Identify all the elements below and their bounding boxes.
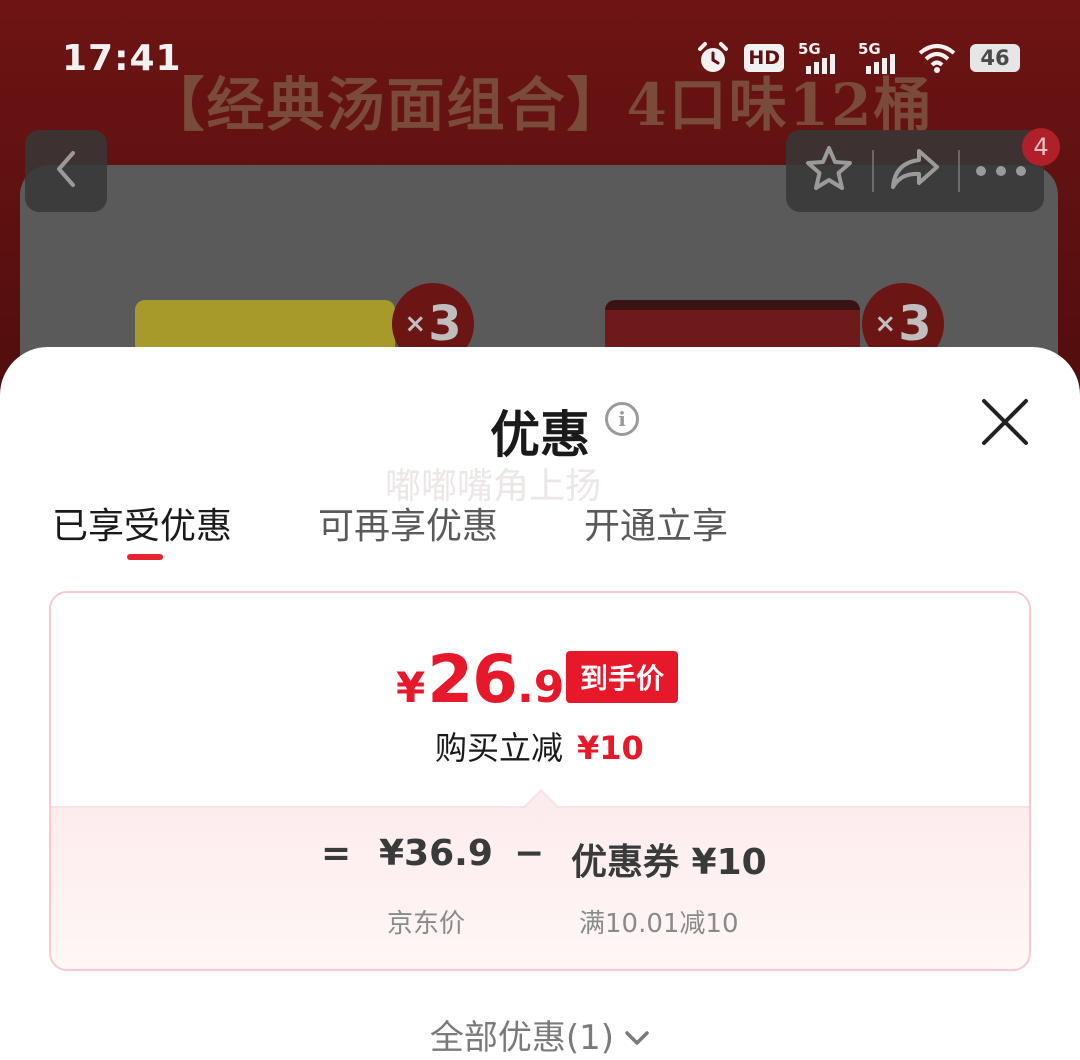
hd-voice-icon: HD: [744, 44, 784, 72]
back-icon: [51, 149, 81, 193]
equals-sign: =: [321, 833, 352, 874]
final-price: ¥ 26 .9: [396, 641, 565, 718]
info-icon[interactable]: i: [605, 402, 639, 436]
jd-price: ¥36.9: [379, 833, 493, 874]
alarm-icon: [696, 41, 730, 75]
chevron-down-icon: [624, 1015, 650, 1055]
star-icon: [804, 145, 854, 197]
tab-enjoyed-offers[interactable]: 已享受优惠: [52, 497, 232, 549]
offers-sheet: 优惠 i 嘟嘟嘴角上扬 已享受优惠 可再享优惠 开通立享 ¥ 26 .9 到手价…: [0, 347, 1080, 1060]
favorite-button[interactable]: [786, 130, 872, 212]
status-bar: 17:41 HD 5G 5G 46: [0, 0, 1080, 110]
signal-icon: 5G: [858, 40, 904, 76]
share-icon: [889, 147, 941, 195]
price-breakdown-card: ¥ 26 .9 到手价 购买立减 ¥10 = ¥36.9 − 优惠券 ¥10 京东…: [49, 591, 1031, 971]
coupon-condition: 满10.01减10: [579, 909, 739, 939]
notification-badge: 4: [1022, 128, 1060, 166]
all-offers-link[interactable]: 全部优惠(1): [0, 1010, 1080, 1059]
tab-more-offers[interactable]: 可再享优惠: [318, 497, 498, 549]
price-calculation: = ¥36.9 − 优惠券 ¥10 京东价 满10.01减10: [51, 806, 1029, 969]
close-button[interactable]: [978, 395, 1032, 449]
jd-price-label: 京东价: [387, 909, 466, 939]
instant-discount: 购买立减 ¥10: [435, 729, 644, 767]
wifi-icon: [918, 43, 956, 73]
share-button[interactable]: [872, 130, 958, 212]
tab-activate-offers[interactable]: 开通立享: [584, 497, 728, 549]
back-button[interactable]: [25, 130, 107, 212]
signal-icon: 5G: [798, 40, 844, 76]
active-tab-indicator: [127, 554, 163, 560]
status-time: 17:41: [62, 38, 182, 79]
minus-sign: −: [514, 833, 545, 874]
final-price-tag: 到手价: [566, 651, 679, 703]
battery-icon: 46: [970, 44, 1020, 72]
action-bar: [786, 130, 1044, 212]
more-icon: [975, 162, 1027, 181]
close-icon: [978, 399, 1032, 453]
coupon-amount: 优惠券 ¥10: [571, 842, 767, 883]
